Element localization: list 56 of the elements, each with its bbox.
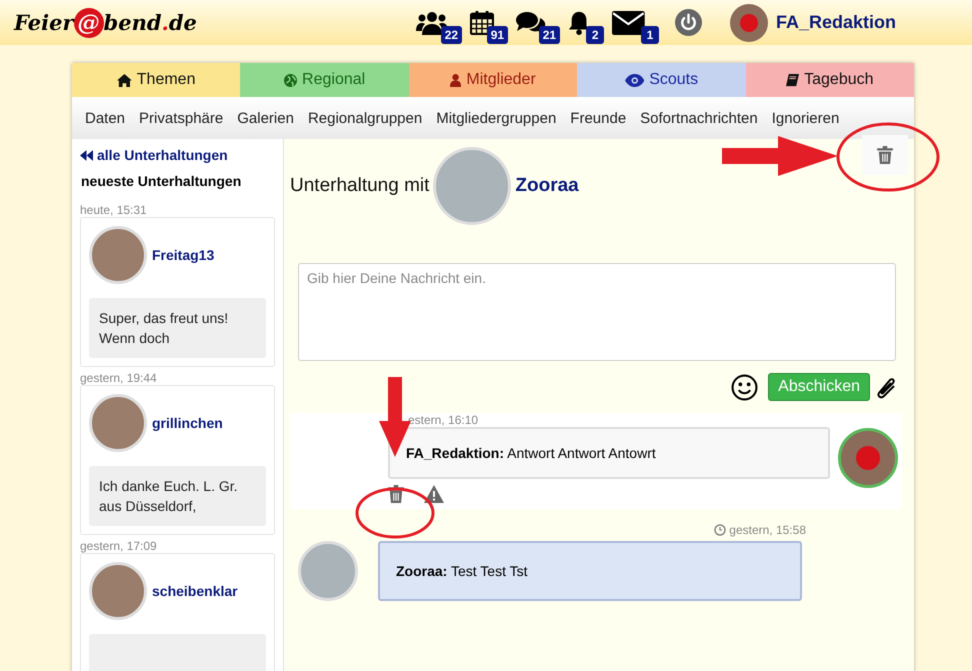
nav-tab[interactable]: Themen bbox=[72, 63, 240, 97]
count-badge: 1 bbox=[640, 26, 659, 44]
subnav-link[interactable]: Privatsphäre bbox=[132, 110, 230, 126]
smiley-icon[interactable] bbox=[731, 374, 758, 400]
trash-icon[interactable] bbox=[388, 485, 404, 503]
subnav-link[interactable]: Mitgliedergruppen bbox=[429, 110, 564, 126]
clock-icon bbox=[714, 524, 726, 536]
nav-tab[interactable]: Mitglieder bbox=[408, 63, 578, 97]
username-link[interactable]: FA_Redaktion bbox=[776, 12, 896, 33]
message-time: gestern, 15:58 bbox=[729, 523, 806, 537]
conversation-name[interactable]: grillinchen bbox=[152, 415, 223, 431]
back-link-text[interactable]: alle Unterhaltungen bbox=[97, 147, 228, 163]
conversation-name[interactable]: Freitag13 bbox=[152, 247, 214, 263]
sidebar-heading: neueste Unterhaltungen bbox=[81, 173, 242, 189]
delete-conversation-button[interactable] bbox=[862, 135, 908, 175]
subnav-link[interactable]: Ignorieren bbox=[764, 110, 846, 126]
conversation-card[interactable]: Freitag13 Super, das freut uns! Wenn doch bbox=[80, 217, 275, 367]
message-preview: Ich danke Euch. L. Gr. aus Düsseldorf, bbox=[89, 466, 266, 526]
message-input[interactable]: Gib hier Deine Nachricht ein. bbox=[298, 263, 896, 361]
trash-icon[interactable] bbox=[877, 146, 893, 164]
user-avatar[interactable] bbox=[730, 4, 768, 42]
nav-tab[interactable]: Regional bbox=[240, 63, 409, 97]
subnav-link[interactable]: Daten bbox=[78, 110, 132, 126]
globe-icon bbox=[284, 74, 298, 86]
conversation-time: gestern, 17:09 bbox=[80, 539, 158, 553]
message-time: estern, 16:10 bbox=[407, 413, 480, 427]
home-icon bbox=[116, 74, 132, 86]
count-badge: 22 bbox=[440, 26, 462, 44]
subnav-link[interactable]: Sofortnachrichten bbox=[633, 110, 765, 126]
count-badge: 2 bbox=[586, 26, 604, 44]
subnav-link[interactable]: Freunde bbox=[563, 110, 634, 126]
double-left-icon bbox=[80, 150, 93, 160]
conversation-title: Unterhaltung mit bbox=[290, 175, 430, 197]
envelope-icon bbox=[612, 10, 645, 34]
conversation-time: heute, 15:31 bbox=[80, 203, 148, 217]
partner-link[interactable]: Zooraa bbox=[515, 175, 579, 197]
warning-icon[interactable] bbox=[424, 485, 444, 503]
message-text: FA_Redaktion: Antwort Antwort Antowrt bbox=[406, 445, 656, 461]
user-icon bbox=[450, 74, 462, 86]
nav-tab[interactable]: Scouts bbox=[577, 63, 746, 97]
back-link[interactable]: alle Unterhaltungen bbox=[80, 147, 275, 163]
eye-icon bbox=[624, 74, 644, 86]
power-icon[interactable] bbox=[674, 9, 702, 36]
nav-tab[interactable]: Tagebuch bbox=[746, 63, 914, 97]
message-preview: Super, das freut uns! Wenn doch bbox=[89, 298, 266, 358]
conversation-name[interactable]: scheibenklar bbox=[152, 583, 238, 599]
conversation-time: gestern, 19:44 bbox=[80, 371, 158, 385]
site-logo[interactable]: Feier @ bend.de bbox=[14, 8, 197, 38]
conversation-card[interactable]: scheibenklar bbox=[80, 553, 275, 671]
count-badge: 91 bbox=[486, 26, 508, 44]
conversation-card[interactable]: grillinchen Ich danke Euch. L. Gr. aus Düsseldorf, bbox=[80, 385, 275, 535]
count-badge: 21 bbox=[538, 26, 560, 44]
book-icon bbox=[786, 74, 800, 86]
message-text: Zooraa: Test Test Tst bbox=[396, 563, 528, 579]
subnav-link[interactable]: Regionalgruppen bbox=[300, 110, 430, 126]
subnav-link[interactable]: Galerien bbox=[230, 110, 301, 126]
